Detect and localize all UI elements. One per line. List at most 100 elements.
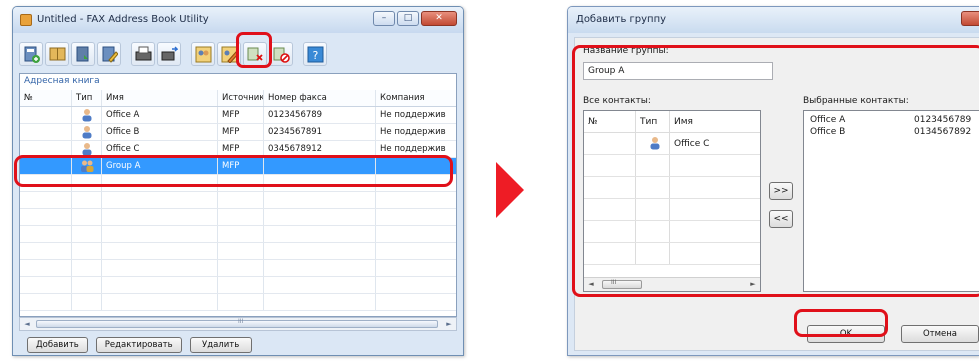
- col-fax[interactable]: Номер факса: [264, 90, 376, 106]
- address-book-panel: Адресная книга № Тип Имя Источник Номер …: [19, 73, 457, 317]
- help-icon[interactable]: ?: [303, 42, 327, 66]
- table-header: № Тип Имя Источник Номер факса Компания: [20, 90, 456, 107]
- col-source[interactable]: Источник: [218, 90, 264, 106]
- contact-icon: [82, 143, 92, 156]
- cell-company: Не поддержив: [380, 127, 446, 137]
- empty-cell: [376, 226, 460, 242]
- empty-row: [20, 277, 456, 294]
- empty-cell: [102, 260, 218, 276]
- cell-fax: 0234567891: [264, 124, 376, 140]
- empty-cell: [376, 294, 460, 310]
- dialog-title: Добавить группу: [576, 14, 667, 25]
- block-entry-icon[interactable]: [269, 42, 293, 66]
- contact-icon: [82, 126, 92, 139]
- empty-cell: [102, 226, 218, 242]
- empty-row: [20, 243, 456, 260]
- scroll-grip: III: [238, 318, 244, 325]
- horizontal-scrollbar[interactable]: ◄ III ►: [19, 317, 457, 331]
- table-row[interactable]: Office B MFP 0234567891 Не поддержив: [20, 124, 456, 141]
- cell-source: MFP: [218, 107, 264, 123]
- empty-cell: [218, 260, 264, 276]
- empty-cell: [264, 243, 376, 259]
- scroll-left-icon[interactable]: ◄: [20, 318, 34, 330]
- empty-cell: [218, 192, 264, 208]
- edit-button[interactable]: Редактировать: [95, 337, 182, 353]
- scroll-right-icon[interactable]: ►: [442, 318, 456, 330]
- empty-cell: [72, 209, 102, 225]
- empty-cell: [20, 260, 72, 276]
- cell-name: Office A: [102, 107, 218, 123]
- empty-cell: [376, 243, 460, 259]
- minimize-button[interactable]: –: [373, 11, 395, 26]
- add-button[interactable]: Добавить: [27, 337, 88, 353]
- col-num[interactable]: №: [20, 90, 72, 106]
- empty-cell: [218, 209, 264, 225]
- maximize-button[interactable]: □: [397, 11, 419, 26]
- empty-cell: [376, 209, 460, 225]
- cell-type: [72, 107, 102, 123]
- empty-cell: [264, 226, 376, 242]
- app-icon: [20, 14, 32, 26]
- empty-cell: [72, 243, 102, 259]
- cell-fax: 0123456789: [264, 107, 376, 123]
- empty-cell: [218, 243, 264, 259]
- empty-cell: [264, 209, 376, 225]
- fax-send-icon[interactable]: [157, 42, 181, 66]
- close-button[interactable]: ✕: [421, 11, 457, 26]
- empty-cell: [20, 243, 72, 259]
- cell-company: Не поддержив: [380, 110, 446, 120]
- delete-button[interactable]: Удалить: [189, 337, 252, 353]
- empty-cell: [20, 192, 72, 208]
- empty-cell: [20, 226, 72, 242]
- selection-highlight: [14, 155, 453, 187]
- right-arrow-icon: [496, 162, 524, 218]
- fax-machine-icon[interactable]: [131, 42, 155, 66]
- empty-cell: [376, 192, 460, 208]
- col-name[interactable]: Имя: [102, 90, 218, 106]
- panel-caption: Адресная книга: [24, 76, 100, 86]
- empty-cell: [102, 277, 218, 293]
- empty-cell: [102, 192, 218, 208]
- import-icon[interactable]: [71, 42, 95, 66]
- empty-cell: [264, 192, 376, 208]
- cell-num: [20, 107, 72, 123]
- group-fields-highlight: [572, 45, 979, 297]
- empty-row: [20, 260, 456, 277]
- empty-row: [20, 294, 456, 311]
- empty-cell: [264, 294, 376, 310]
- scroll-thumb[interactable]: [36, 320, 438, 328]
- window-title: Untitled - FAX Address Book Utility: [37, 14, 209, 25]
- cell-num: [20, 124, 72, 140]
- col-company[interactable]: Компания: [376, 90, 460, 106]
- cancel-button[interactable]: Отмена: [901, 325, 979, 343]
- empty-cell: [102, 243, 218, 259]
- empty-cell: [218, 226, 264, 242]
- empty-cell: [376, 277, 460, 293]
- dialog-close-button[interactable]: [961, 11, 979, 26]
- empty-row: [20, 209, 456, 226]
- empty-cell: [102, 209, 218, 225]
- empty-cell: [102, 294, 218, 310]
- cell-name: Office B: [102, 124, 218, 140]
- empty-cell: [218, 294, 264, 310]
- empty-cell: [72, 192, 102, 208]
- add-contact-icon[interactable]: [19, 42, 43, 66]
- edit-book-icon[interactable]: [97, 42, 121, 66]
- contact-icon: [82, 109, 92, 122]
- address-table: Office A MFP 0123456789 Не поддержив Office …: [20, 107, 456, 311]
- add-group-icon[interactable]: [191, 42, 215, 66]
- cell-source: MFP: [218, 124, 264, 140]
- empty-cell: [20, 209, 72, 225]
- empty-cell: [20, 277, 72, 293]
- empty-row: [20, 192, 456, 209]
- empty-cell: [218, 277, 264, 293]
- empty-cell: [264, 260, 376, 276]
- col-type[interactable]: Тип: [72, 90, 102, 106]
- dialog-title-bar: Добавить группу: [568, 7, 979, 33]
- empty-cell: [72, 277, 102, 293]
- toolbar-highlight: [236, 32, 272, 68]
- address-book-icon[interactable]: [45, 42, 69, 66]
- table-row[interactable]: Office A MFP 0123456789 Не поддержив: [20, 107, 456, 124]
- svg-text:?: ?: [313, 49, 319, 62]
- ok-highlight: [794, 309, 888, 337]
